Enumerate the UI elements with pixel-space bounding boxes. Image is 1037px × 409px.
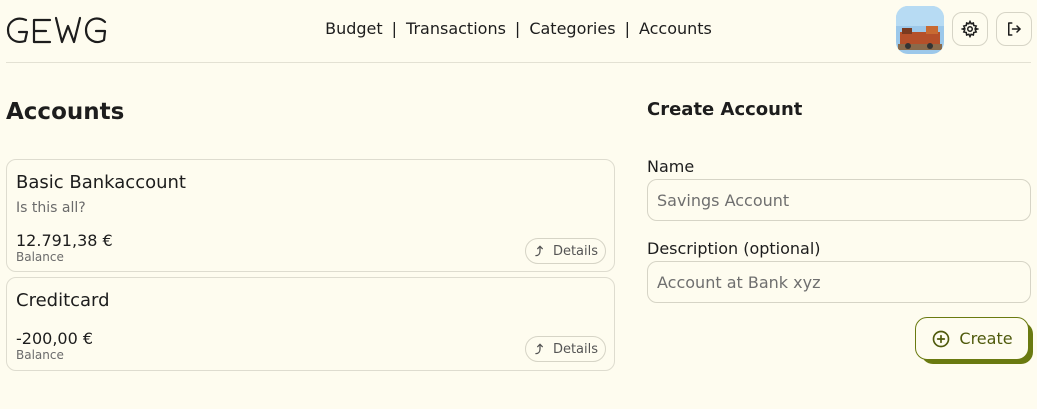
logout-icon: [1008, 22, 1021, 36]
nav-transactions[interactable]: Transactions: [406, 19, 506, 38]
avatar[interactable]: [896, 6, 944, 54]
nav-separator: |: [624, 19, 630, 38]
details-button[interactable]: Details: [525, 336, 606, 362]
account-name: Creditcard: [16, 290, 110, 311]
main-nav: Budget | Transactions | Categories | Accounts: [6, 19, 1031, 38]
nav-separator: |: [514, 19, 521, 38]
details-label: Details: [552, 243, 599, 259]
create-label: Create: [959, 329, 1013, 348]
balance-label: Balance: [16, 250, 64, 264]
description-input[interactable]: [647, 261, 1031, 303]
name-label: Name: [647, 157, 695, 176]
gear-icon: [961, 20, 979, 38]
details-label: Details: [552, 341, 599, 357]
nav-categories[interactable]: Categories: [529, 19, 615, 38]
logout-button[interactable]: [996, 12, 1032, 46]
name-input[interactable]: [647, 179, 1031, 221]
account-name: Basic Bankaccount: [16, 172, 186, 193]
details-button[interactable]: Details: [525, 238, 606, 264]
account-card: Creditcard -200,00 € Balance Details: [6, 277, 615, 371]
page-title: Accounts: [6, 99, 125, 125]
arrow-up-right-icon: [535, 245, 543, 257]
nav-separator: |: [391, 19, 398, 38]
plus-circle-icon: [933, 330, 950, 347]
description-label: Description (optional): [647, 239, 821, 258]
create-account-title: Create Account: [647, 99, 803, 120]
nav-budget[interactable]: Budget: [325, 19, 383, 38]
account-balance: 12.791,38 €: [16, 231, 113, 250]
account-balance: -200,00 €: [16, 329, 94, 348]
account-description: Is this all?: [16, 200, 86, 216]
top-bar: Budget | Transactions | Categories | Accounts: [6, 0, 1032, 63]
account-card: Basic Bankaccount Is this all? 12.791,38…: [6, 159, 615, 272]
balance-label: Balance: [16, 348, 64, 362]
settings-button[interactable]: [952, 12, 988, 46]
avatar-image: [896, 6, 944, 54]
arrow-up-right-icon: [535, 343, 543, 355]
nav-accounts[interactable]: Accounts: [639, 19, 712, 38]
create-button[interactable]: Create: [915, 317, 1029, 360]
